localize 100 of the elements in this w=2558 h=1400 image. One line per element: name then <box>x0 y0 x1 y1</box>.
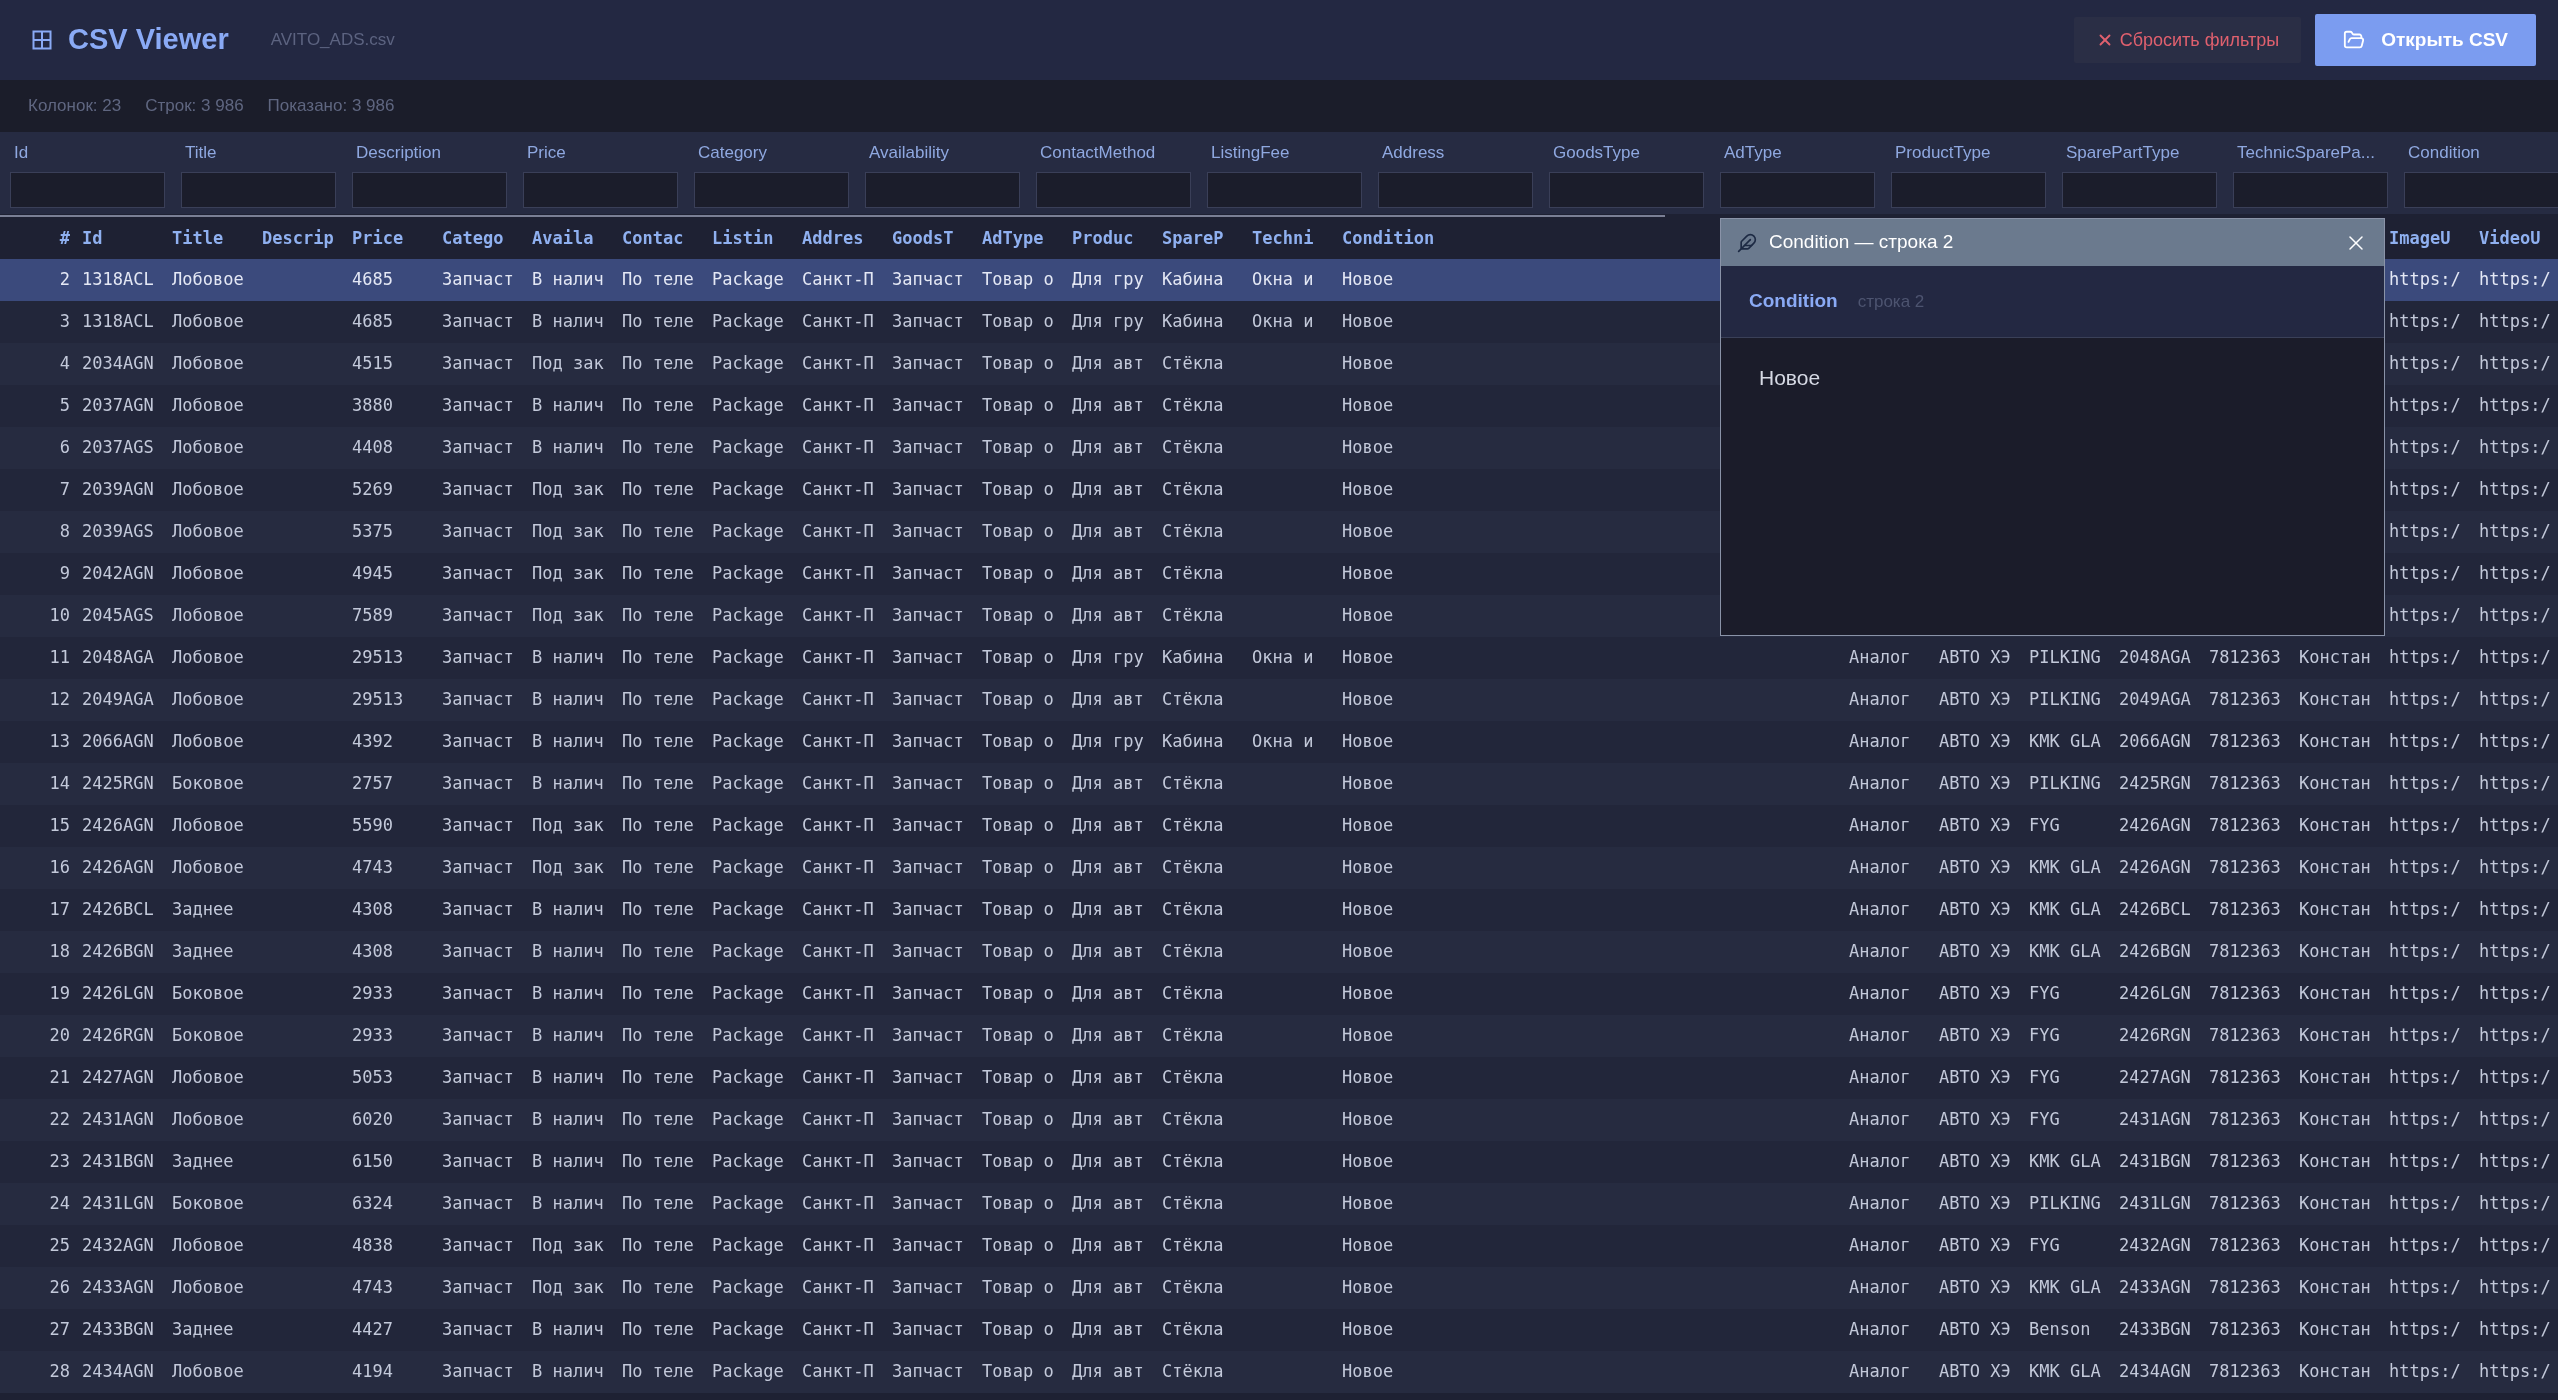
table-cell: 2426LGN <box>2119 983 2191 1004</box>
table-cell: Для авт <box>1072 1109 1144 1130</box>
column-header[interactable]: Price <box>352 227 404 248</box>
table-row[interactable]: 26 2433AGN Лобовое 4743 Запчаст Под зак По теле Package Санкт-П Запчаст Товар о Для авт Стёкла Новое Аналог АВТО ХЭ KMK GLA 2433AGN 7812363 Констан https:/ https:/ <box>0 1267 2558 1309</box>
table-cell: По теле <box>622 563 694 584</box>
column-header[interactable]: Listin <box>712 227 774 248</box>
table-cell: Аналог <box>1849 815 1911 836</box>
table-row[interactable]: 20 2426RGN Боковое 2933 Запчаст В налич По теле Package Санкт-П Запчаст Товар о Для авт Стёкла Новое Аналог АВТО ХЭ FYG 2426RGN 7812363 Констан https:/ https:/ <box>0 1015 2558 1057</box>
column-header[interactable]: Techni <box>1252 227 1314 248</box>
table-row[interactable]: 11 2048AGA Лобовое 29513 Запчаст В налич По теле Package Санкт-П Запчаст Товар о Для гру Кабина Окна и Новое Аналог АВТО ХЭ PILKING 2048AGA 7812363 Констан https:/ https:/ <box>0 637 2558 679</box>
table-cell: АВТО ХЭ <box>1939 1109 2011 1130</box>
table-row[interactable]: 15 2426AGN Лобовое 5590 Запчаст Под зак По теле Package Санкт-П Запчаст Товар о Для авт Стёкла Новое Аналог АВТО ХЭ FYG 2426AGN 7812363 Констан https:/ https:/ <box>0 805 2558 847</box>
reset-filters-button[interactable]: Сбросить фильтры <box>2073 17 2302 63</box>
column-header[interactable]: Id <box>82 227 103 248</box>
column-header[interactable]: ImageU <box>2389 227 2451 248</box>
table-cell: Санкт-П <box>802 479 874 500</box>
filter-field[interactable] <box>1720 171 1875 208</box>
filter-field[interactable] <box>1036 171 1191 208</box>
filter-field[interactable] <box>2233 171 2388 208</box>
filter-field[interactable] <box>1207 171 1362 208</box>
table-row[interactable]: 23 2431BGN Заднее 6150 Запчаст В налич По теле Package Санкт-П Запчаст Товар о Для авт Стёкла Новое Аналог АВТО ХЭ KMK GLA 2431BGN 7812363 Констан https:/ https:/ <box>0 1141 2558 1183</box>
table-row[interactable]: 28 2434AGN Лобовое 4194 Запчаст В налич По теле Package Санкт-П Запчаст Товар о Для авт Стёкла Новое Аналог АВТО ХЭ KMK GLA 2434AGN 7812363 Констан https:/ https:/ <box>0 1351 2558 1393</box>
table-row[interactable]: 13 2066AGN Лобовое 4392 Запчаст В налич По теле Package Санкт-П Запчаст Товар о Для гру Кабина Окна и Новое Аналог АВТО ХЭ KMK GLA 2066AGN 7812363 Констан https:/ https:/ <box>0 721 2558 763</box>
table-cell: Новое <box>1342 563 1394 584</box>
table-cell: 2432AGN <box>82 1235 154 1256</box>
table-cell: 2431BGN <box>2119 1151 2191 1172</box>
table-cell: Запчаст <box>442 269 514 290</box>
table-row[interactable]: 22 2431AGN Лобовое 6020 Запчаст В налич По теле Package Санкт-П Запчаст Товар о Для авт Стёкла Новое Аналог АВТО ХЭ FYG 2431AGN 7812363 Констан https:/ https:/ <box>0 1099 2558 1141</box>
table-cell: АВТО ХЭ <box>1939 1067 2011 1088</box>
table-row[interactable]: 24 2431LGN Боковое 6324 Запчаст В налич По теле Package Санкт-П Запчаст Товар о Для авт Стёкла Новое Аналог АВТО ХЭ PILKING 2431LGN 7812363 Констан https:/ https:/ <box>0 1183 2558 1225</box>
table-row[interactable]: 25 2432AGN Лобовое 4838 Запчаст Под зак По теле Package Санкт-П Запчаст Товар о Для авт Стёкла Новое Аналог АВТО ХЭ FYG 2432AGN 7812363 Констан https:/ https:/ <box>0 1225 2558 1267</box>
table-cell: 2933 <box>352 1025 393 1046</box>
table-cell: 2049AGA <box>2119 689 2191 710</box>
table-cell: Товар о <box>982 1109 1054 1130</box>
filter-field[interactable] <box>181 171 336 208</box>
filter-label: Description <box>355 142 443 164</box>
column-header[interactable]: Descrip <box>262 227 334 248</box>
table-row[interactable]: 19 2426LGN Боковое 2933 Запчаст В налич По теле Package Санкт-П Запчаст Товар о Для авт Стёкла Новое Аналог АВТО ХЭ FYG 2426LGN 7812363 Констан https:/ https:/ <box>0 973 2558 1015</box>
table-cell: FYG <box>2029 1235 2060 1256</box>
column-header[interactable]: VideoU <box>2479 227 2541 248</box>
table-row[interactable]: 16 2426AGN Лобовое 4743 Запчаст Под зак По теле Package Санкт-П Запчаст Товар о Для авт Стёкла Новое Аналог АВТО ХЭ KMK GLA 2426AGN 7812363 Констан https:/ https:/ <box>0 847 2558 889</box>
table-cell: Стёкла <box>1162 983 1224 1004</box>
table-cell: Package <box>712 815 784 836</box>
column-header[interactable]: Contac <box>622 227 684 248</box>
filter-field[interactable] <box>1378 171 1533 208</box>
table-cell: Аналог <box>1849 731 1911 752</box>
table-cell: По теле <box>622 857 694 878</box>
table-cell: Аналог <box>1849 1109 1911 1130</box>
column-header[interactable]: Availa <box>532 227 594 248</box>
table-row[interactable]: 17 2426BCL Заднее 4308 Запчаст В налич По теле Package Санкт-П Запчаст Товар о Для авт Стёкла Новое Аналог АВТО ХЭ KMK GLA 2426BCL 7812363 Констан https:/ https:/ <box>0 889 2558 931</box>
table-row[interactable]: 18 2426BGN Заднее 4308 Запчаст В налич По теле Package Санкт-П Запчаст Товар о Для авт Стёкла Новое Аналог АВТО ХЭ KMK GLA 2426BGN 7812363 Констан https:/ https:/ <box>0 931 2558 973</box>
table-cell: 2431AGN <box>82 1109 154 1130</box>
column-header[interactable]: GoodsT <box>892 227 954 248</box>
table-cell: Package <box>712 1025 784 1046</box>
filter-field[interactable] <box>2404 171 2558 208</box>
table-cell: Констан <box>2299 857 2371 878</box>
filter-field[interactable] <box>352 171 507 208</box>
table-cell: Новое <box>1342 815 1394 836</box>
table-cell: KMK GLA <box>2029 941 2101 962</box>
column-header[interactable]: AdType <box>982 227 1044 248</box>
table-cell: KMK GLA <box>2029 1151 2101 1172</box>
filter-field[interactable] <box>2062 171 2217 208</box>
column-header[interactable]: # <box>59 227 70 248</box>
table-cell: Товар о <box>982 479 1054 500</box>
table-cell: 2433AGN <box>2119 1277 2191 1298</box>
table-cell: 3 <box>59 311 70 332</box>
column-header[interactable]: SpareP <box>1162 227 1224 248</box>
table-cell: Лобовое <box>172 815 244 836</box>
table-cell: Лобовое <box>172 353 244 374</box>
table-cell: Товар о <box>982 647 1054 668</box>
table-cell: 4408 <box>352 437 393 458</box>
table-cell: 24 <box>49 1193 70 1214</box>
table-row[interactable]: 12 2049AGA Лобовое 29513 Запчаст В налич По теле Package Санкт-П Запчаст Товар о Для авт Стёкла Новое Аналог АВТО ХЭ PILKING 2049AGA 7812363 Констан https:/ https:/ <box>0 679 2558 721</box>
column-header[interactable]: Produc <box>1072 227 1134 248</box>
table-cell: 2757 <box>352 773 393 794</box>
column-header[interactable]: Condition <box>1342 227 1435 248</box>
table-row[interactable]: 14 2425RGN Боковое 2757 Запчаст В налич По теле Package Санкт-П Запчаст Товар о Для авт Стёкла Новое Аналог АВТО ХЭ PILKING 2425RGN 7812363 Констан https:/ https:/ <box>0 763 2558 805</box>
table-cell: 2426AGN <box>82 815 154 836</box>
table-row[interactable]: 21 2427AGN Лобовое 5053 Запчаст В налич По теле Package Санкт-П Запчаст Товар о Для авт Стёкла Новое Аналог АВТО ХЭ FYG 2427AGN 7812363 Констан https:/ https:/ <box>0 1057 2558 1099</box>
column-header[interactable]: Catego <box>442 227 504 248</box>
column-header[interactable]: Title <box>172 227 224 248</box>
table-cell: 21 <box>49 1067 70 1088</box>
filter-field[interactable] <box>865 171 1020 208</box>
horizontal-scrollbar[interactable] <box>0 215 1665 217</box>
table-cell: https:/ <box>2479 647 2551 668</box>
table-cell: Запчаст <box>892 269 964 290</box>
filter-field[interactable] <box>1891 171 2046 208</box>
column-header[interactable]: Addres <box>802 227 864 248</box>
table-cell: По теле <box>622 689 694 710</box>
table-cell: FYG <box>2029 983 2060 1004</box>
table-cell: Товар о <box>982 983 1054 1004</box>
table-cell: 2048AGA <box>82 647 154 668</box>
table-cell: По теле <box>622 773 694 794</box>
table-cell: Запчаст <box>892 731 964 752</box>
filter-field[interactable] <box>1549 171 1704 208</box>
filter-label: Category <box>697 142 768 164</box>
filter-field[interactable] <box>523 171 678 208</box>
filter-field[interactable] <box>694 171 849 208</box>
table-row[interactable]: 27 2433BGN Заднее 4427 Запчаст В налич По теле Package Санкт-П Запчаст Товар о Для авт Стёкла Новое Аналог АВТО ХЭ Benson 2433BGN 7812363 Констан https:/ https:/ <box>0 1309 2558 1351</box>
filter-field[interactable] <box>10 171 165 208</box>
